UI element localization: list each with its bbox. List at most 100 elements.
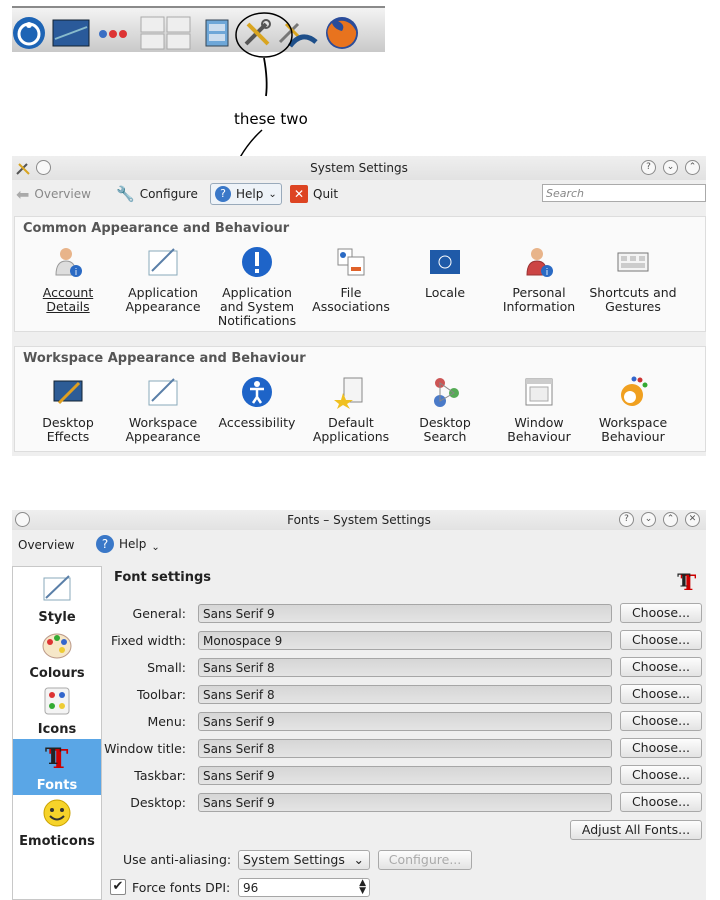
font-row: Fixed width: Monospace 9 Choose... <box>102 629 706 651</box>
font-row: Window title: Sans Serif 8 Choose... <box>102 737 706 759</box>
keyboard-icon <box>617 252 649 272</box>
group-common: Common Appearance and Behaviour i Accoun… <box>14 216 706 332</box>
help-button[interactable]: ? Help ⌄ <box>96 534 160 553</box>
choose-font-button[interactable]: Choose... <box>620 657 702 677</box>
sidebar-item-icons[interactable]: Icons <box>13 683 101 739</box>
help-label: Help <box>119 536 147 551</box>
font-row: General: Sans Serif 9 Choose... <box>102 602 706 624</box>
person-info-icon: i <box>55 248 82 278</box>
item-label: Workspace Appearance <box>125 415 201 444</box>
sidebar: Style Colours Icons TT Fonts Emoticons <box>12 566 102 900</box>
item-shortcuts[interactable]: Shortcuts and Gestures <box>587 245 679 314</box>
font-row-label: Toolbar: <box>136 687 186 702</box>
force-dpi-checkbox[interactable]: ✔ <box>110 879 126 895</box>
help-button[interactable]: ? Help ⌄ <box>210 183 282 205</box>
antialiasing-select[interactable]: System Settings ⌄ <box>238 850 370 870</box>
maximize-button[interactable]: ⌃ <box>663 512 678 527</box>
item-label: Application and System Notifications <box>217 285 297 328</box>
sidebar-item-label: Fonts <box>36 778 78 793</box>
quit-button[interactable]: ✕ Quit <box>290 183 338 205</box>
item-default-applications[interactable]: Default Applications <box>305 375 397 444</box>
toolbar: ⬅ Overview 🔧 Configure ? Help ⌄ ✕ Quit S… <box>12 180 706 208</box>
maximize-button[interactable]: ⌃ <box>685 160 700 175</box>
choose-font-button[interactable]: Choose... <box>620 765 702 785</box>
font-row: Menu: Sans Serif 9 Choose... <box>102 710 706 732</box>
font-row: Desktop: Sans Serif 9 Choose... <box>102 791 706 813</box>
font-row-label: Small: <box>147 660 186 675</box>
dpi-value: 96 <box>243 881 259 895</box>
fonts-window: Fonts – System Settings ? ⌄ ⌃ ✕ Overview… <box>12 510 706 900</box>
font-value-field: Monospace 9 <box>198 631 612 650</box>
search-input[interactable]: Search <box>542 184 706 202</box>
svg-text:i: i <box>546 268 549 278</box>
adjust-all-fonts-button[interactable]: Adjust All Fonts... <box>570 820 702 840</box>
item-personal-information[interactable]: i Personal Information <box>493 245 585 314</box>
antialiasing-label: Use anti-aliasing: <box>123 852 232 867</box>
choose-font-button[interactable]: Choose... <box>620 603 702 623</box>
item-label: Workspace Behaviour <box>598 415 668 444</box>
force-dpi-spinbox[interactable]: 96 ▲ ▼ <box>238 878 370 897</box>
item-label: Application Appearance <box>125 285 201 314</box>
sidebar-item-emoticons[interactable]: Emoticons <box>13 795 101 851</box>
item-label: Locale <box>424 285 466 300</box>
item-desktop-effects[interactable]: Desktop Effects <box>22 375 114 444</box>
spin-arrows-icon[interactable]: ▲ ▼ <box>359 879 366 896</box>
choose-font-button[interactable]: Choose... <box>620 630 702 650</box>
choose-font-button[interactable]: Choose... <box>620 738 702 758</box>
item-label: Shortcuts and Gestures <box>589 285 677 314</box>
font-value-field: Sans Serif 8 <box>198 658 612 677</box>
wrench-icon: 🔧 <box>116 185 135 203</box>
configure-antialiasing-button[interactable]: Configure... <box>378 850 472 870</box>
configure-button[interactable]: 🔧 Configure <box>116 183 198 205</box>
item-label: Desktop Search <box>419 415 471 444</box>
item-file-associations[interactable]: File Associations <box>305 245 397 314</box>
back-arrow-icon: ⬅ <box>16 184 30 204</box>
desktop-search-icon <box>434 378 459 407</box>
annotation-text: these two <box>234 110 308 128</box>
fonts-icon: TT <box>45 744 69 775</box>
item-notifications[interactable]: Application and System Notifications <box>211 245 303 328</box>
item-label: Account Details <box>42 285 94 314</box>
item-accessibility[interactable]: Accessibility <box>211 375 303 430</box>
choose-font-button[interactable]: Choose... <box>620 792 702 812</box>
font-row-label: General: <box>132 606 186 621</box>
group-title: Workspace Appearance and Behaviour <box>23 351 306 366</box>
exclamation-icon <box>242 247 272 277</box>
item-locale[interactable]: Locale <box>399 245 491 300</box>
sidebar-item-fonts[interactable]: TT Fonts <box>13 739 101 795</box>
desktop-effects-icon <box>53 380 83 405</box>
svg-text:T: T <box>677 571 691 592</box>
font-value-field: Sans Serif 9 <box>198 604 612 623</box>
workspace-behaviour-icon <box>621 376 648 406</box>
font-row: Small: Sans Serif 8 Choose... <box>102 656 706 678</box>
close-button[interactable]: ✕ <box>685 512 700 527</box>
item-label: Personal Information <box>502 285 576 314</box>
item-label: Desktop Effects <box>42 415 94 444</box>
item-account-details[interactable]: i Account Details <box>22 245 114 314</box>
choose-font-button[interactable]: Choose... <box>620 684 702 704</box>
quit-icon: ✕ <box>290 185 308 203</box>
item-application-appearance[interactable]: Application Appearance <box>117 245 209 314</box>
item-workspace-behaviour[interactable]: Workspace Behaviour <box>587 375 679 444</box>
font-row-label: Menu: <box>147 714 186 729</box>
choose-font-button[interactable]: Choose... <box>620 711 702 731</box>
overview-button[interactable]: ⬅ Overview <box>16 183 91 205</box>
help-icon: ? <box>215 186 231 202</box>
sidebar-item-label: Style <box>38 610 76 625</box>
title-bar: System Settings ? ⌄ ⌃ <box>12 156 706 180</box>
item-desktop-search[interactable]: Desktop Search <box>399 375 491 444</box>
minimize-button[interactable]: ⌄ <box>641 512 656 527</box>
group-workspace: Workspace Appearance and Behaviour Deskt… <box>14 346 706 452</box>
style-icon <box>43 575 71 601</box>
help-titlebar-button[interactable]: ? <box>619 512 634 527</box>
smiley-icon <box>43 799 71 827</box>
minimize-button[interactable]: ⌄ <box>663 160 678 175</box>
item-window-behaviour[interactable]: Window Behaviour <box>493 375 585 444</box>
help-titlebar-button[interactable]: ? <box>641 160 656 175</box>
sidebar-item-style[interactable]: Style <box>13 571 101 627</box>
item-label: Window Behaviour <box>507 415 571 444</box>
item-workspace-appearance[interactable]: Workspace Appearance <box>117 375 209 444</box>
sidebar-item-colours[interactable]: Colours <box>13 627 101 683</box>
overview-button[interactable]: Overview <box>18 538 75 552</box>
sidebar-item-label: Colours <box>29 666 85 681</box>
